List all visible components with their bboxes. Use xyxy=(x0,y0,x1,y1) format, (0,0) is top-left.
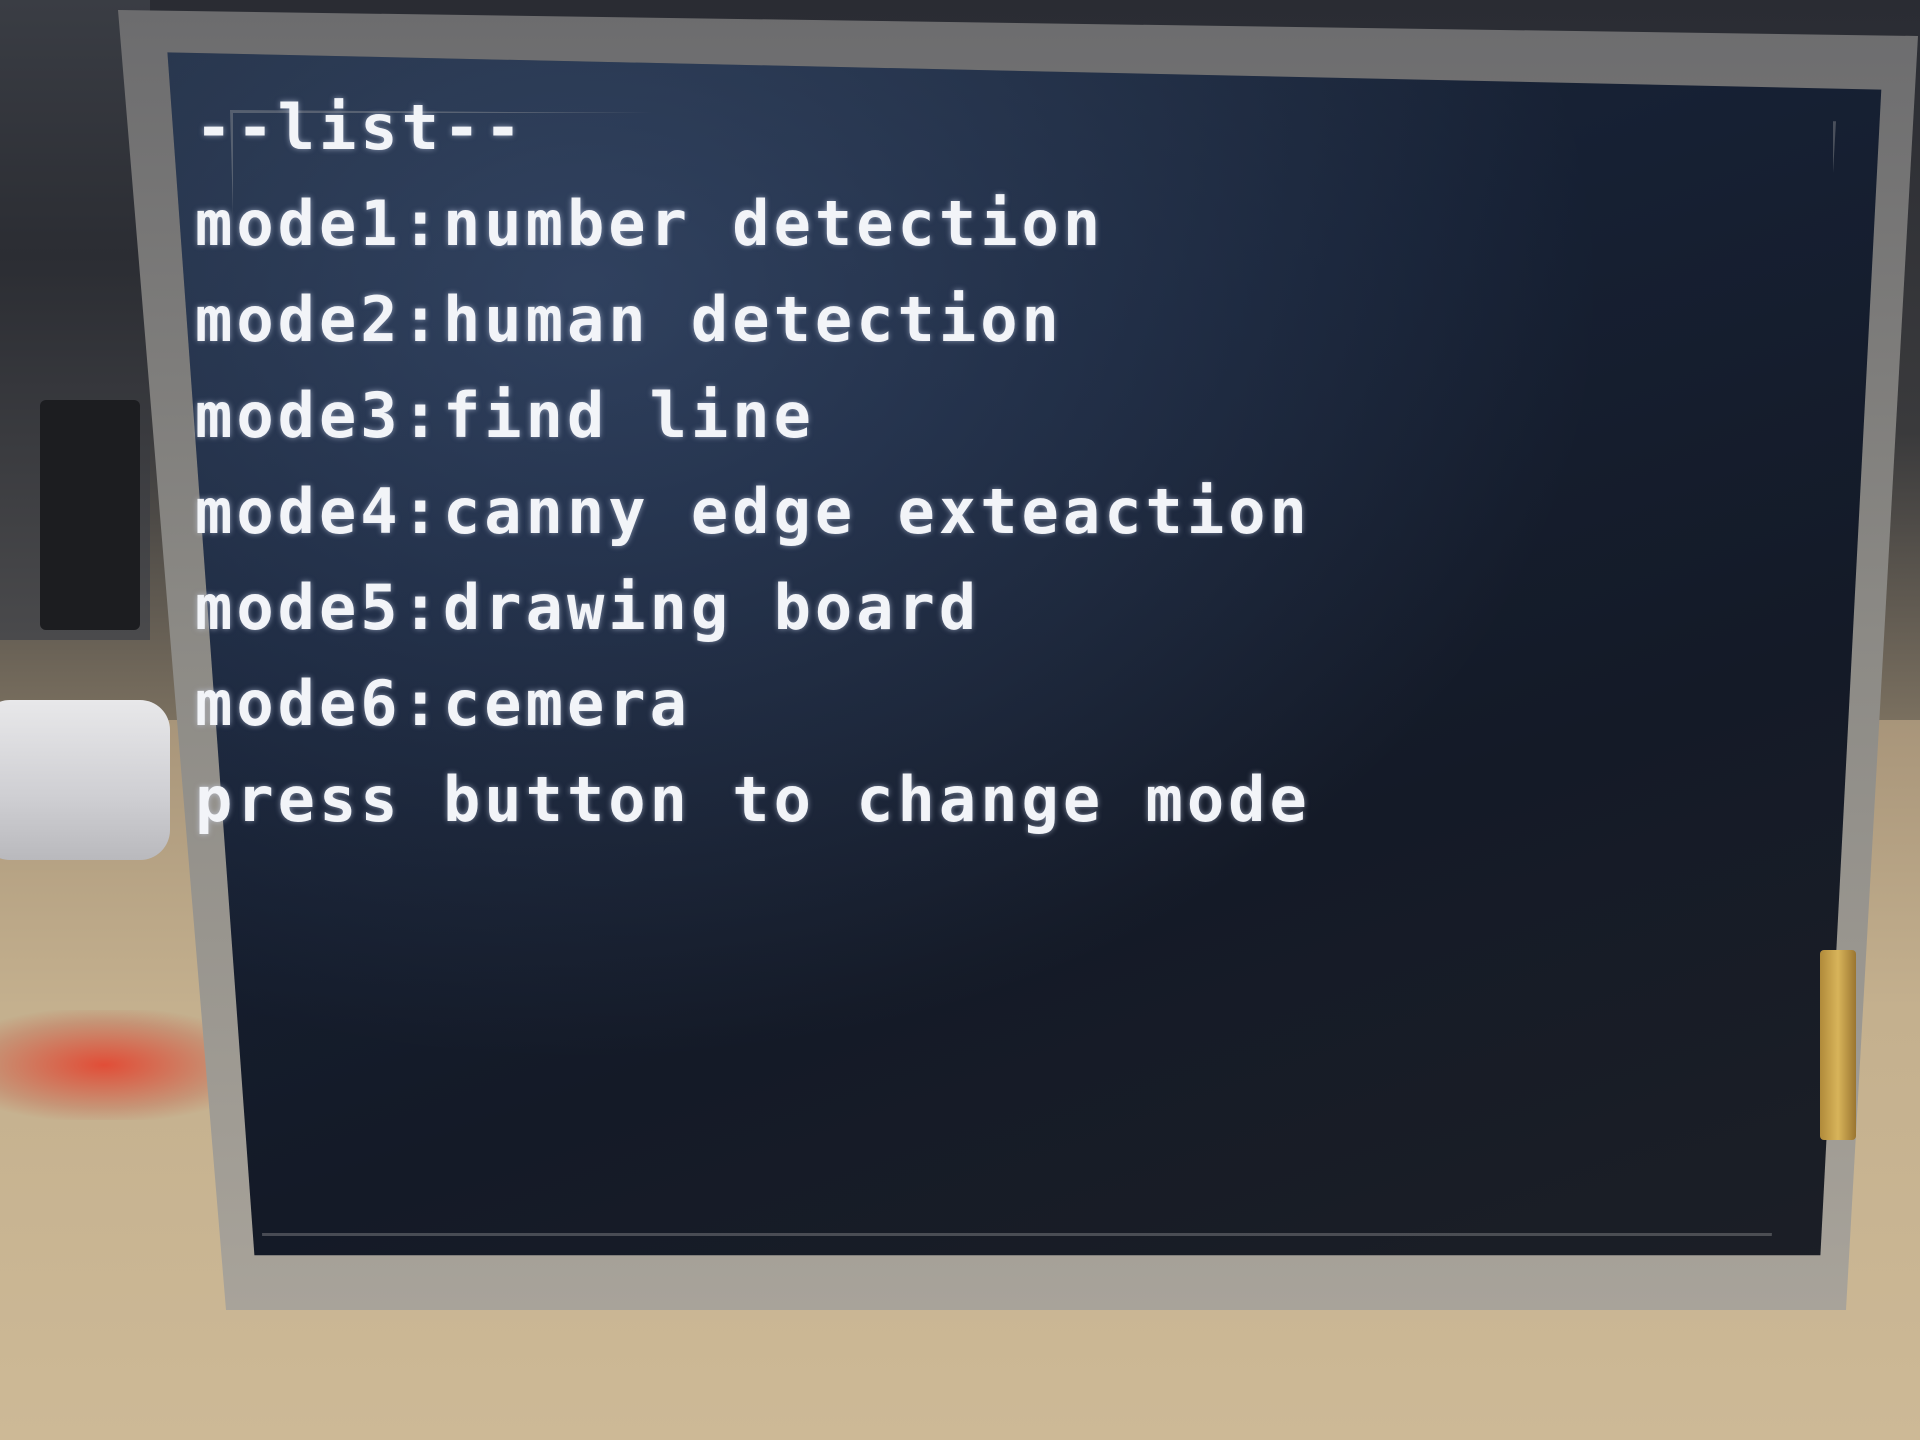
menu-title: --list-- xyxy=(195,91,526,164)
connector-block xyxy=(40,400,140,630)
menu-item-mode2[interactable]: mode2:human detection xyxy=(195,272,1495,368)
instruction-text: press button to change mode xyxy=(195,763,1311,836)
white-cable xyxy=(0,700,170,860)
menu-item-mode4[interactable]: mode4:canny edge exteaction xyxy=(195,464,1495,560)
menu-item-mode6[interactable]: mode6:cemera xyxy=(195,656,1495,752)
menu-item-mode5[interactable]: mode5:drawing board xyxy=(195,560,1495,656)
menu-item-mode3[interactable]: mode3:find line xyxy=(195,368,1495,464)
gold-connector-tab xyxy=(1820,950,1856,1140)
mode-menu: --list-- mode1:number detection mode2:hu… xyxy=(195,80,1495,848)
menu-item-mode1[interactable]: mode1:number detection xyxy=(195,176,1495,272)
